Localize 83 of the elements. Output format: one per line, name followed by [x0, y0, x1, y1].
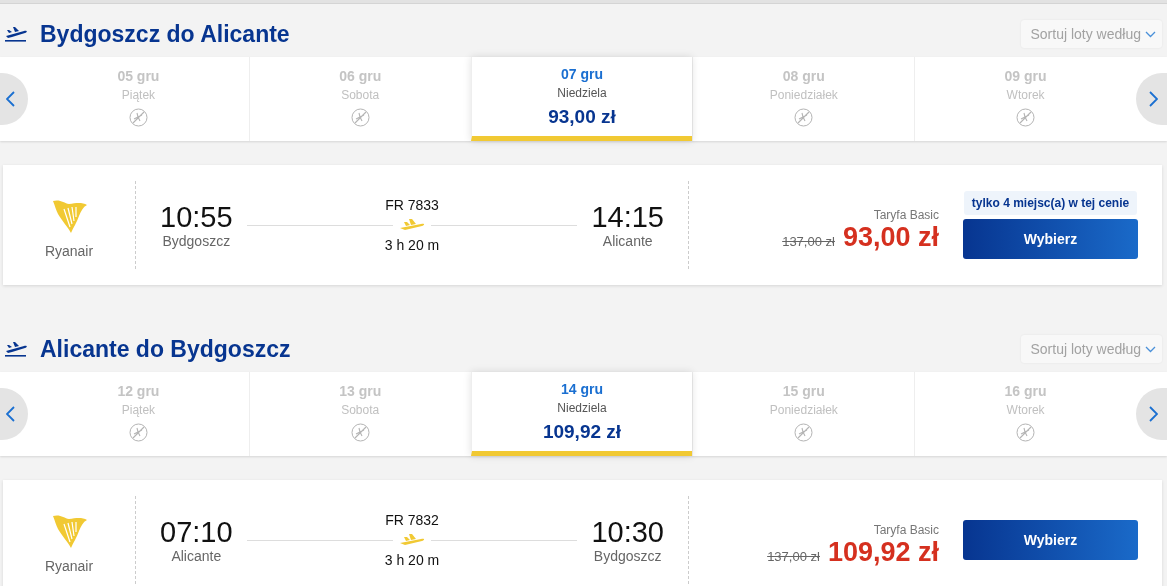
route-title: Bydgoszcz do Alicante — [40, 20, 290, 48]
date-label: 16 gru — [1004, 383, 1047, 399]
day-label: Sobota — [341, 88, 380, 102]
date-tab[interactable]: 05 gru Piątek — [28, 57, 249, 141]
day-label: Piątek — [121, 403, 156, 417]
arrival-time: 10:30 — [591, 516, 664, 549]
departure-city: Alicante — [171, 548, 222, 564]
no-flights-icon — [1016, 108, 1036, 127]
day-label: Niedziela — [557, 401, 607, 415]
route-title: Alicante do Bydgoszcz — [40, 335, 291, 363]
date-label: 06 gru — [339, 68, 382, 84]
chevron-down-icon — [1145, 345, 1156, 353]
departing-plane-icon — [4, 341, 28, 357]
previous-button[interactable] — [0, 73, 28, 125]
day-label: Sobota — [341, 403, 380, 417]
day-label: Wtorek — [1006, 403, 1045, 417]
old-price: 137,00 zł — [782, 233, 835, 249]
previous-button[interactable] — [0, 388, 28, 440]
select-button[interactable]: Wybierz — [963, 219, 1138, 259]
chevron-left-icon — [6, 406, 15, 422]
day-label: Poniedziałek — [769, 88, 838, 102]
date-tab[interactable]: 15 gru Poniedziałek — [692, 372, 915, 456]
price: 109,92 zł — [827, 536, 939, 568]
airline-name: Ryanair — [44, 243, 94, 259]
departure-time: 07:10 — [160, 516, 233, 549]
departure-city: Bydgoszcz — [162, 233, 231, 249]
date-tab[interactable]: 08 gru Poniedziałek — [692, 57, 915, 141]
date-price: 109,92 zł — [542, 421, 622, 443]
date-label: 12 gru — [117, 383, 160, 399]
no-flights-icon — [794, 423, 814, 442]
departure-time: 10:55 — [160, 201, 233, 234]
date-tab[interactable]: 12 gru Piątek — [28, 372, 249, 456]
arrival-city: Alicante — [602, 233, 653, 249]
day-label: Piątek — [121, 88, 156, 102]
no-flights-icon — [128, 423, 148, 442]
day-label: Niedziela — [557, 86, 607, 100]
chevron-down-icon — [1145, 30, 1156, 38]
harp-logo-icon — [50, 197, 88, 235]
date-label: 07 gru — [561, 66, 603, 82]
date-tab[interactable]: 07 gru Niedziela 93,00 zł — [470, 57, 693, 141]
fare-name: Taryfa Basic — [873, 522, 939, 537]
no-flights-icon — [794, 108, 814, 127]
date-tab[interactable]: 09 gru Wtorek — [914, 57, 1136, 141]
plane-icon — [399, 219, 425, 231]
date-tab[interactable]: 06 gru Sobota — [248, 57, 471, 141]
price: 93,00 zł — [842, 221, 939, 253]
old-price: 137,00 zł — [767, 548, 820, 564]
sort-dropdown[interactable]: Sortuj loty według — [1021, 335, 1162, 363]
no-flights-icon — [128, 108, 148, 127]
select-button[interactable]: Wybierz — [963, 520, 1138, 560]
date-label: 09 gru — [1004, 68, 1047, 84]
chevron-left-icon — [6, 91, 15, 107]
plane-icon — [399, 534, 425, 546]
date-tab[interactable]: 14 gru Niedziela 109,92 zł — [470, 372, 693, 456]
date-tab[interactable]: 13 gru Sobota — [248, 372, 471, 456]
fare-name: Taryfa Basic — [873, 207, 939, 222]
harp-logo-icon — [50, 512, 88, 550]
chevron-right-icon — [1149, 91, 1158, 107]
date-price: 93,00 zł — [548, 106, 616, 128]
flight-number: FR 7832 — [385, 512, 439, 528]
arrival-city: Bydgoszcz — [593, 548, 662, 564]
date-label: 15 gru — [782, 383, 825, 399]
date-label: 14 gru — [561, 381, 603, 397]
date-label: 13 gru — [339, 383, 382, 399]
date-label: 05 gru — [117, 68, 160, 84]
no-flights-icon — [350, 108, 370, 127]
next-button[interactable] — [1136, 73, 1167, 125]
date-label: 08 gru — [782, 68, 825, 84]
day-label: Wtorek — [1006, 88, 1045, 102]
sort-dropdown[interactable]: Sortuj loty według — [1021, 20, 1162, 48]
flight-duration: 3 h 20 m — [384, 237, 440, 253]
seats-left-badge: tylko 4 miejsc(a) w tej cenie — [963, 191, 1138, 215]
flight-number: FR 7833 — [385, 197, 439, 213]
date-tab[interactable]: 16 gru Wtorek — [914, 372, 1136, 456]
no-flights-icon — [1016, 423, 1036, 442]
arrival-time: 14:15 — [591, 201, 664, 234]
flight-duration: 3 h 20 m — [384, 552, 440, 568]
no-flights-icon — [350, 423, 370, 442]
next-button[interactable] — [1136, 388, 1167, 440]
airline-name: Ryanair — [44, 558, 94, 574]
departing-plane-icon — [4, 26, 28, 42]
day-label: Poniedziałek — [769, 403, 838, 417]
chevron-right-icon — [1149, 406, 1158, 422]
